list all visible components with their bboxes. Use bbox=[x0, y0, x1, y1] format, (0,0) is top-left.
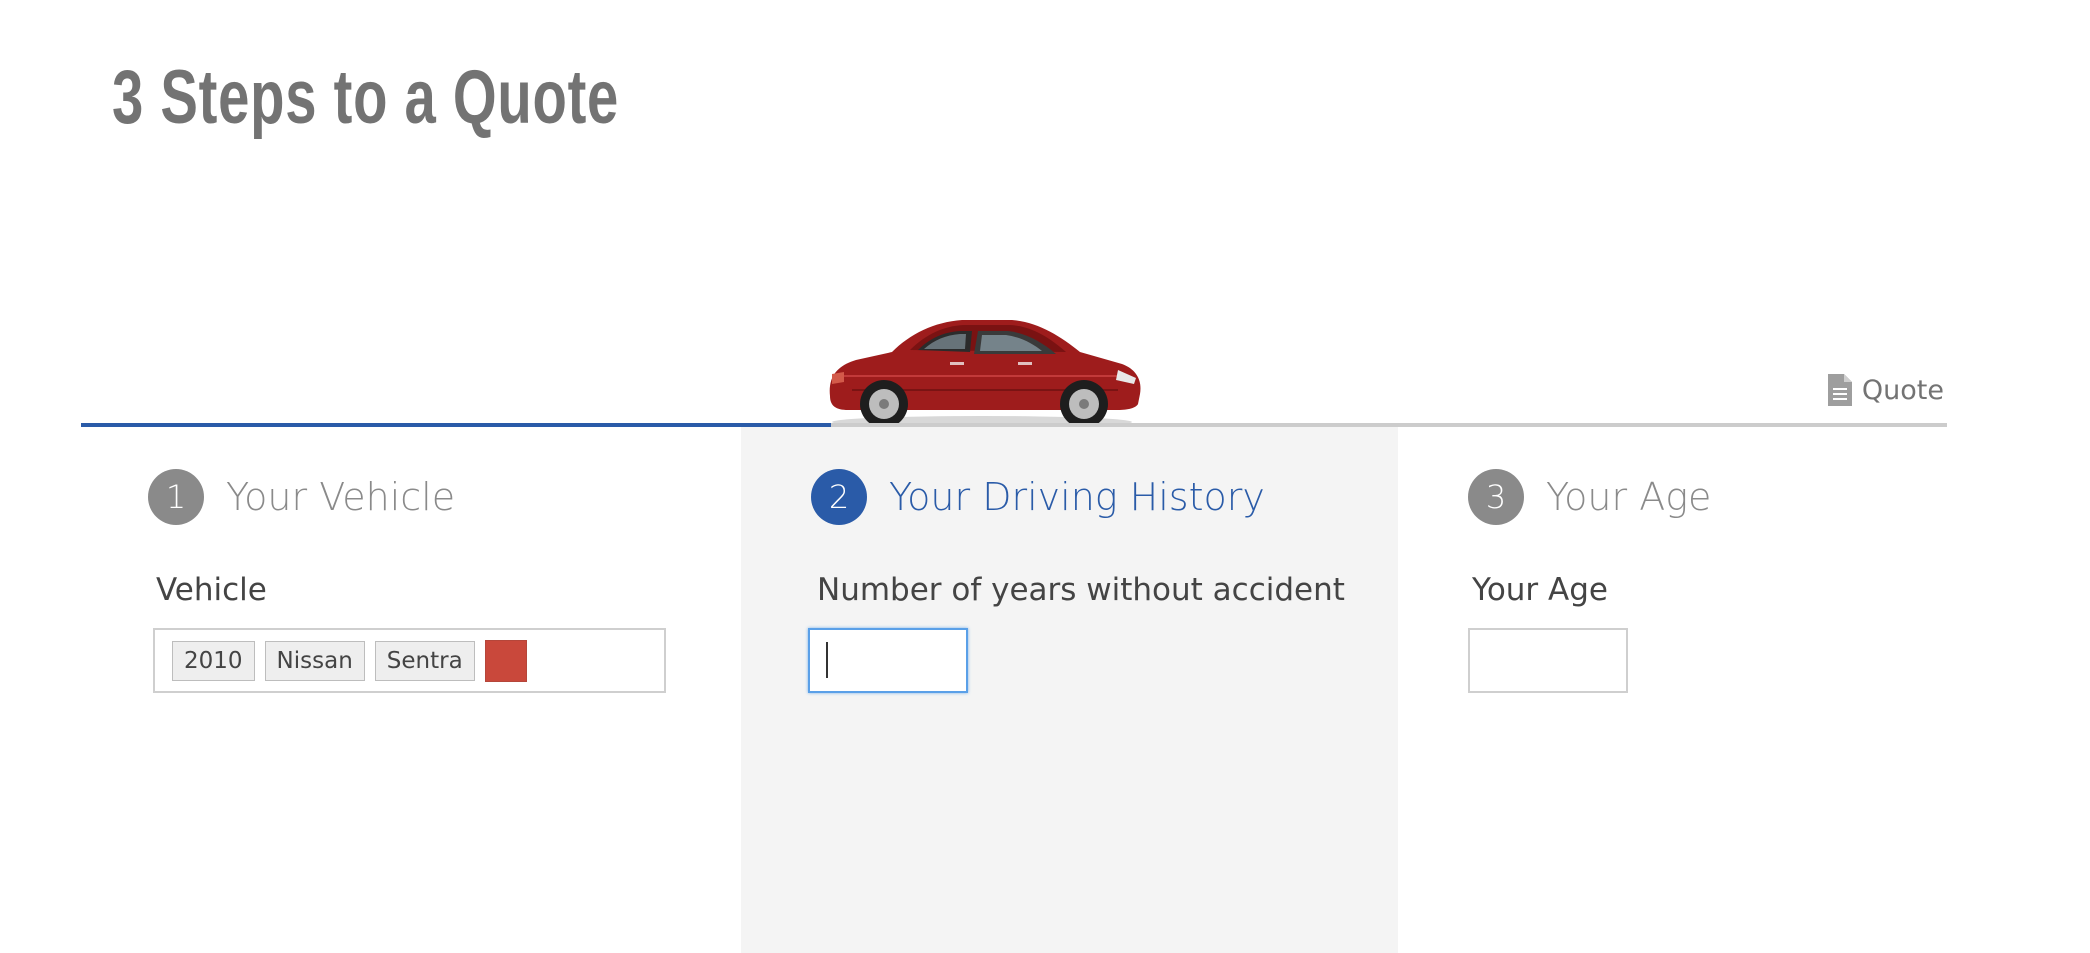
age-label: Your Age bbox=[1472, 572, 1608, 608]
step-header: 3 Your Age bbox=[1468, 469, 1711, 525]
step-number-badge: 1 bbox=[148, 469, 204, 525]
vehicle-color-swatch[interactable] bbox=[484, 639, 527, 682]
step-title[interactable]: Your Vehicle bbox=[226, 475, 455, 519]
vehicle-year-chip[interactable]: 2010 bbox=[172, 640, 255, 681]
quote-link-label: Quote bbox=[1861, 374, 1944, 406]
step-number-badge: 2 bbox=[811, 469, 867, 525]
quote-link[interactable]: Quote bbox=[1826, 374, 1944, 406]
step-age: 3 Your Age Your Age bbox=[1398, 427, 1947, 953]
quote-page: 3 Steps to a Quote Quote 1 Your Vehicle … bbox=[0, 0, 2090, 953]
years-without-accident-input[interactable] bbox=[808, 628, 968, 693]
step-header: 1 Your Vehicle bbox=[148, 469, 455, 525]
step-driving-history: 2 Your Driving History Number of years w… bbox=[741, 427, 1398, 953]
years-without-accident-label: Number of years without accident bbox=[817, 572, 1345, 608]
text-caret bbox=[826, 642, 828, 678]
vehicle-label: Vehicle bbox=[156, 572, 267, 608]
step-number-badge: 3 bbox=[1468, 469, 1524, 525]
age-input[interactable] bbox=[1468, 628, 1628, 693]
document-icon bbox=[1827, 374, 1852, 406]
step-title[interactable]: Your Age bbox=[1546, 475, 1711, 519]
vehicle-selector[interactable]: 2010 Nissan Sentra bbox=[153, 628, 666, 693]
step-vehicle: 1 Your Vehicle Vehicle 2010 Nissan Sentr… bbox=[81, 427, 741, 953]
step-header: 2 Your Driving History bbox=[811, 469, 1265, 525]
vehicle-make-chip[interactable]: Nissan bbox=[264, 640, 365, 681]
vehicle-model-chip[interactable]: Sentra bbox=[374, 640, 475, 681]
page-title: 3 Steps to a Quote bbox=[112, 55, 620, 140]
step-title[interactable]: Your Driving History bbox=[889, 475, 1265, 519]
car-image bbox=[829, 320, 1141, 428]
